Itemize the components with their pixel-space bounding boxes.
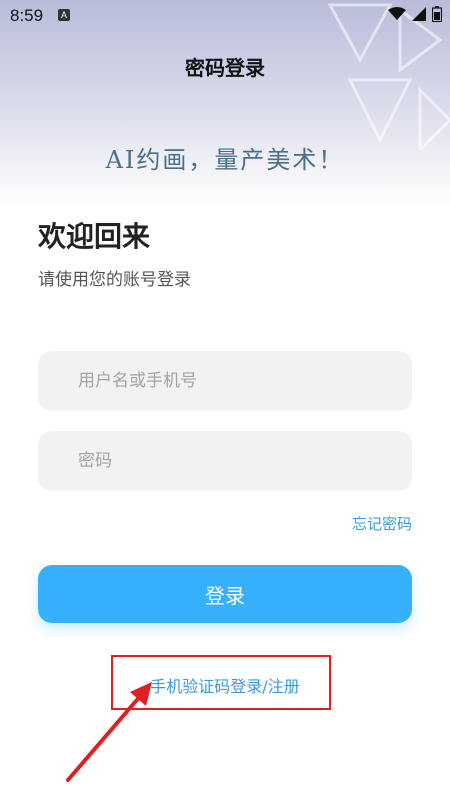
app-slogan: AI约画，量产美术！ (105, 146, 345, 174)
status-time: 8:59 (10, 6, 44, 25)
page-title: 密码登录 (185, 56, 265, 80)
system-icons (388, 6, 442, 22)
username-input[interactable] (38, 351, 412, 411)
login-subtitle: 请使用您的账号登录 (38, 270, 191, 290)
wifi-icon (388, 7, 406, 20)
cellular-signal-icon (412, 7, 426, 21)
login-button[interactable]: 登录 (38, 565, 412, 623)
forgot-password-link[interactable]: 忘记密码 (352, 513, 412, 534)
status-bar: 8:59 A (0, 0, 450, 32)
welcome-heading: 欢迎回来 (38, 220, 151, 253)
password-input[interactable] (38, 431, 412, 491)
app-notification-badge: A (58, 9, 70, 21)
battery-icon (432, 6, 442, 22)
annotation-arrow-icon (66, 682, 152, 782)
